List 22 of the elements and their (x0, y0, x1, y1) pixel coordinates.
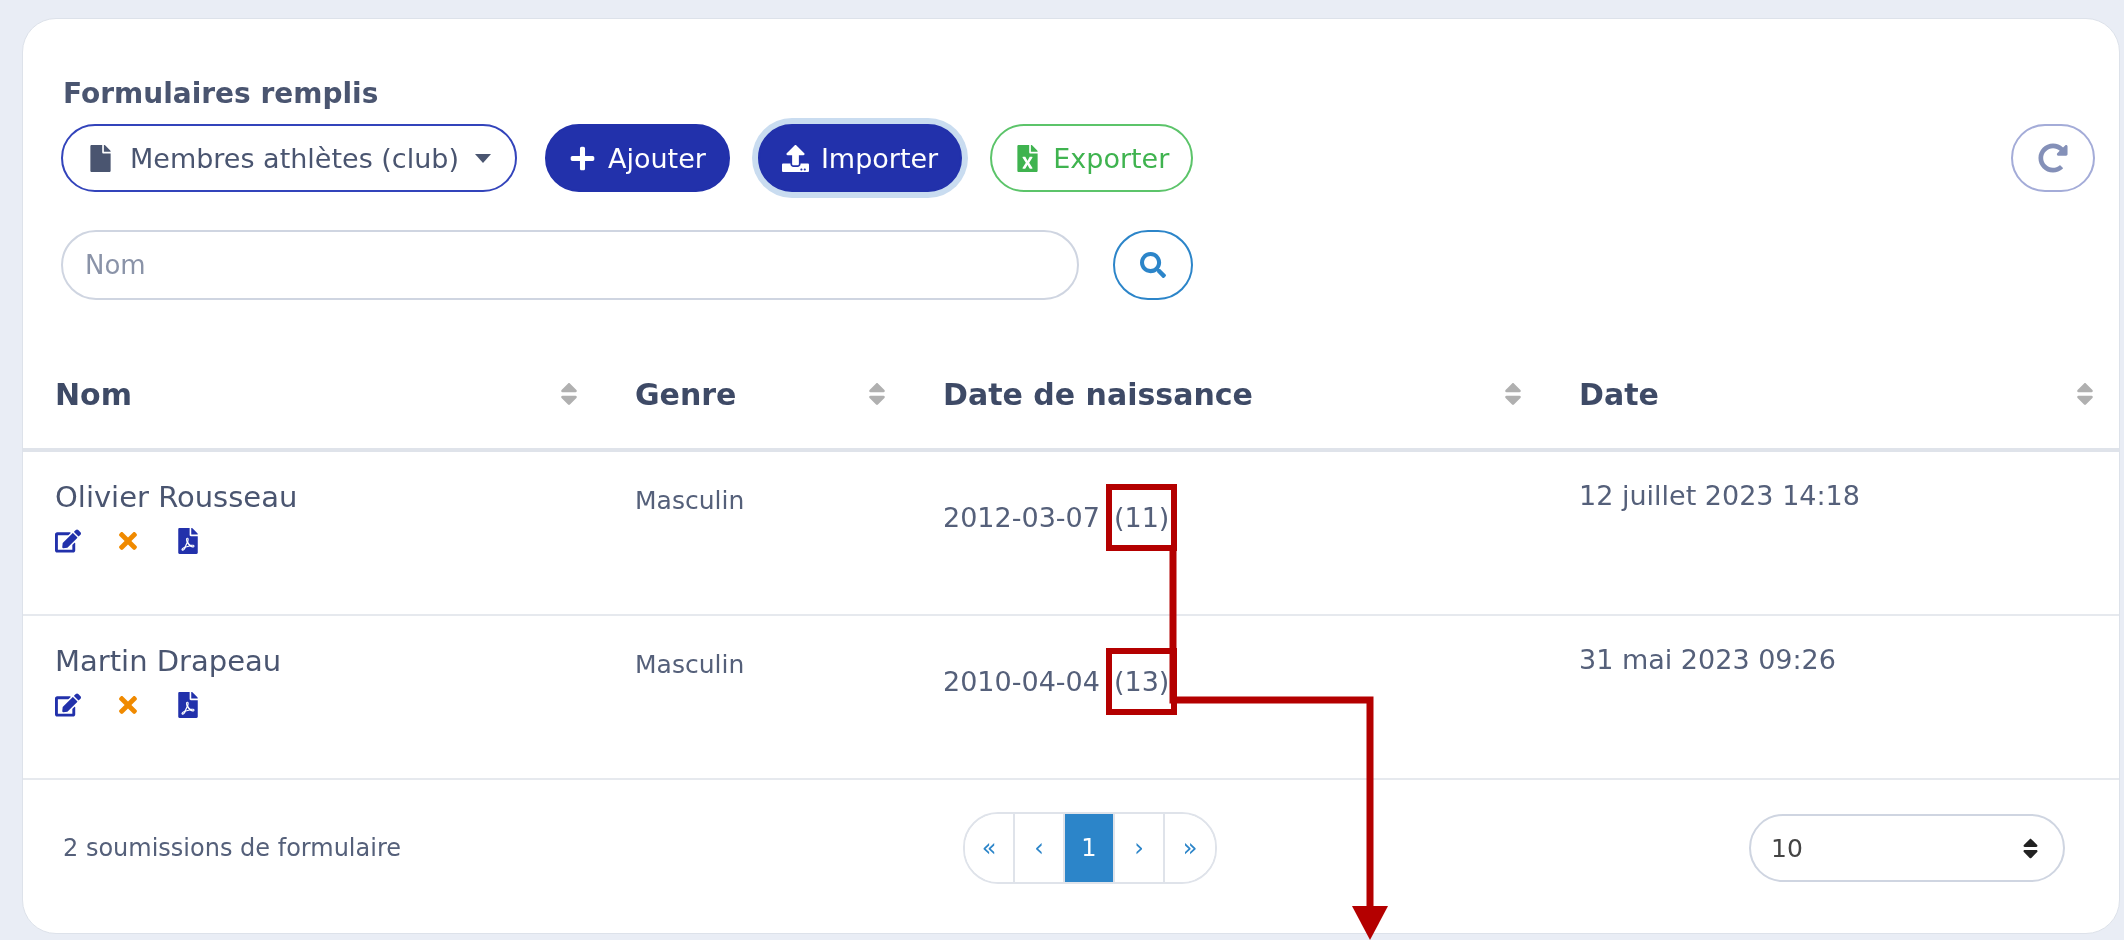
athlete-name: Olivier Rousseau (55, 480, 299, 514)
genre-text: Masculin (635, 486, 746, 515)
submission-date: 12 juillet 2023 14:18 (1579, 480, 1861, 511)
page-size-select[interactable]: 10 (1749, 814, 2065, 882)
birth-date-text: 2010-04-04 (943, 666, 1100, 697)
athlete-name: Martin Drapeau (55, 644, 283, 678)
first-page-button[interactable]: « (965, 814, 1015, 882)
section-title: Formulaires remplis (62, 77, 380, 110)
submission-count: 2 soumissions de formulaire (63, 834, 402, 862)
form-select[interactable]: Membres athlètes (club) (61, 124, 517, 192)
column-header[interactable]: Genre (635, 376, 737, 412)
submission-date: 31 mai 2023 09:26 (1579, 644, 1837, 675)
column-header[interactable]: Date (1579, 376, 1659, 412)
column-header[interactable]: Date de naissance (943, 376, 1253, 412)
age-text: (13) (1105, 648, 1178, 715)
age-text: (11) (1105, 484, 1178, 551)
birth-date-text: 2012-03-07 (943, 502, 1100, 533)
column-header[interactable]: Nom (55, 376, 132, 412)
add-button[interactable]: Ajouter (545, 124, 730, 192)
genre-text: Masculin (635, 650, 746, 679)
page-button[interactable]: 1 (1065, 814, 1115, 882)
name-search-field[interactable]: Nom (61, 230, 1079, 300)
